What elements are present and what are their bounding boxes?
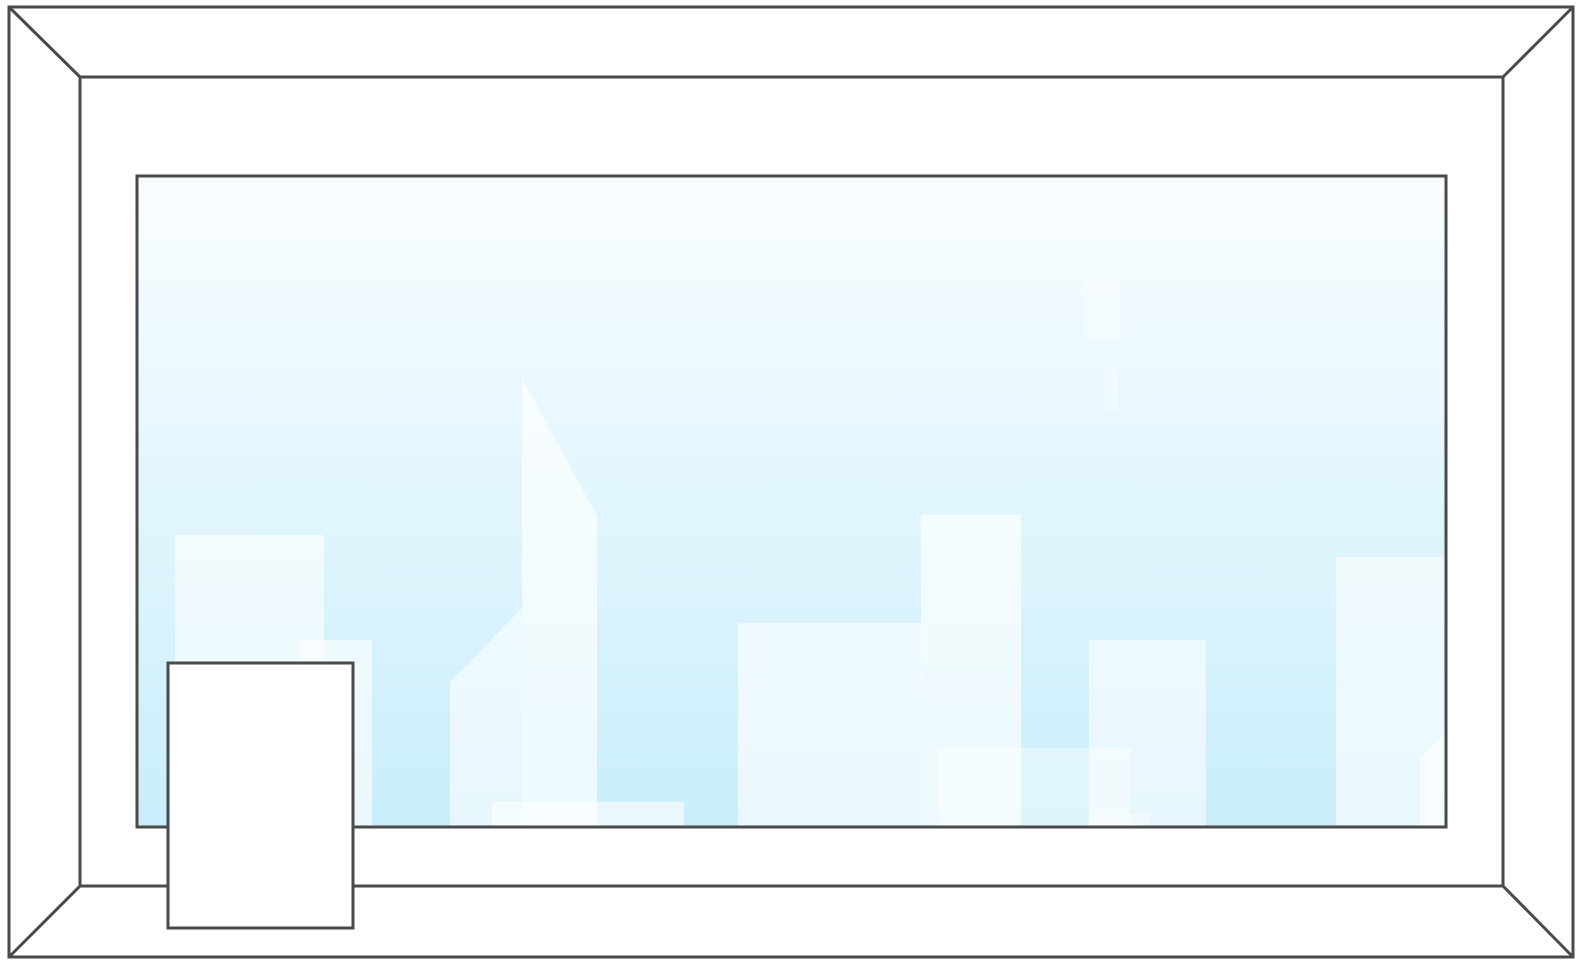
building bbox=[492, 802, 684, 827]
small-panel bbox=[166, 661, 355, 930]
building bbox=[738, 623, 922, 827]
window-drawing bbox=[7, 5, 1575, 959]
building bbox=[1089, 814, 1149, 827]
window-diagram bbox=[0, 0, 1580, 963]
building bbox=[1089, 640, 1206, 827]
building bbox=[1105, 368, 1118, 410]
building bbox=[1085, 280, 1119, 340]
